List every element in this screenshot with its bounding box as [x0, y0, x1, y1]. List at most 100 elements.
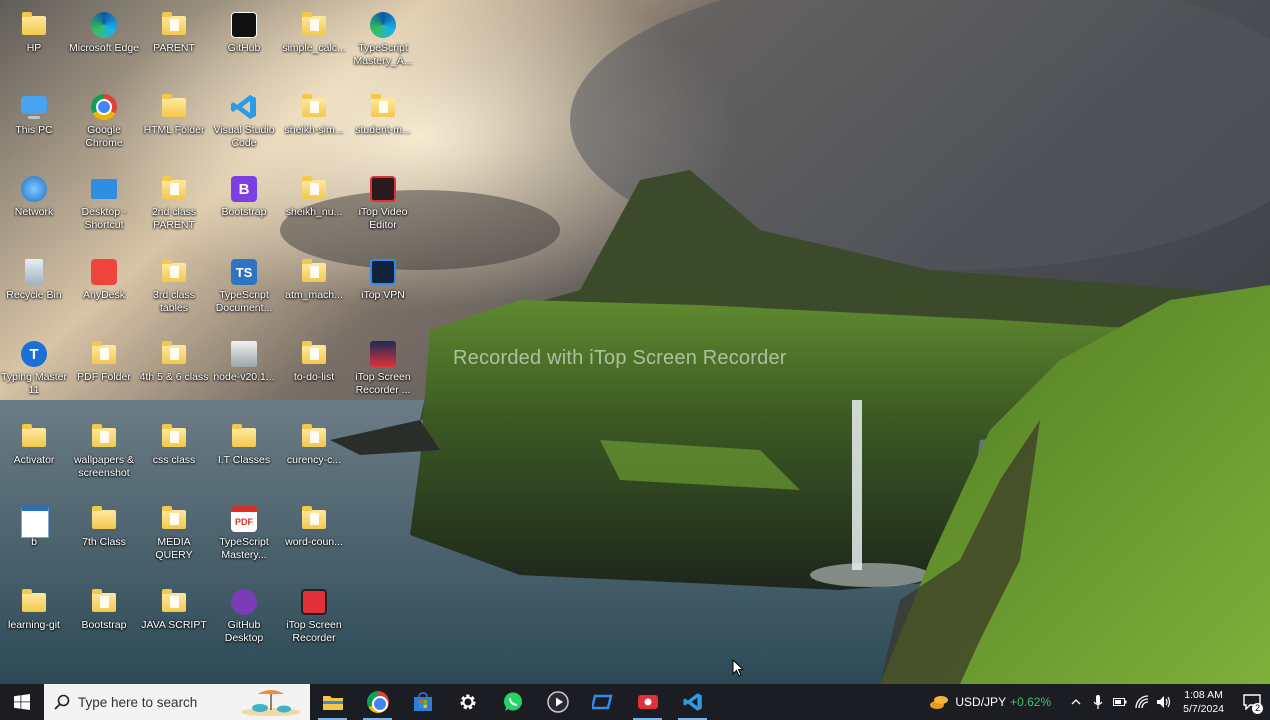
itop-vpn-icon	[368, 257, 398, 287]
desktop-icon-itop-screen-recorder-setup[interactable]: iTop Screen Recorder ...	[347, 335, 419, 397]
desktop-icon-label: Recycle Bin	[6, 289, 62, 301]
desktop-icon-learning-git[interactable]: learning-git	[0, 583, 70, 632]
taskbar-google-chrome[interactable]	[355, 684, 400, 720]
desktop-icon-google-chrome[interactable]: Google Chrome	[68, 88, 140, 150]
desktop-icon-vscode[interactable]: Visual Studio Code	[208, 88, 280, 150]
taskbar-whatsapp[interactable]	[490, 684, 535, 720]
desktop-icon-microsoft-edge[interactable]: Microsoft Edge	[68, 6, 140, 55]
desktop-icon-label: GitHub	[227, 42, 261, 54]
desktop-icon-label: 4th 5 & 6 class	[139, 371, 209, 383]
folder-icon	[229, 422, 259, 452]
desktop-icon-student-m[interactable]: student-m...	[347, 88, 419, 137]
desktop-icon-label: curency-c...	[286, 454, 342, 466]
desktop-icon-label: Desktop - Shortcut	[81, 206, 127, 231]
desktop-icon-html-folder[interactable]: HTML Folder	[138, 88, 210, 137]
desktop-icon-atm-mach[interactable]: atm_mach...	[278, 253, 350, 302]
volume-tray-button[interactable]	[1153, 684, 1175, 720]
wifi-tray-button[interactable]	[1131, 684, 1153, 720]
desktop-icon-wallpapers[interactable]: wallpapers & screenshot	[68, 418, 140, 480]
desktop-icon-hp[interactable]: HP	[0, 6, 70, 55]
desktop-icon-sheikh-nu[interactable]: sheikh_nu...	[278, 170, 350, 219]
chrome-icon	[366, 691, 389, 713]
github-desktop-icon	[229, 587, 259, 617]
pdf-icon: PDF	[229, 504, 259, 534]
taskbar-search-box[interactable]: Type here to search	[44, 684, 310, 720]
microphone-tray-button[interactable]	[1087, 684, 1109, 720]
file-explorer-icon	[322, 696, 343, 710]
desktop-icon-pdf-folder[interactable]: PDF Folder	[68, 335, 140, 384]
ticker-symbol: USD/JPY	[955, 695, 1007, 709]
windows-logo-icon	[14, 694, 30, 710]
desktop-icon-label: Network	[14, 206, 54, 218]
desktop-icon-7th-class[interactable]: 7th Class	[68, 500, 140, 549]
desktop-icon-word-coun[interactable]: word-coun...	[278, 500, 350, 549]
edge-icon	[368, 10, 398, 40]
desktop-icon-java-script[interactable]: JAVA SCRIPT	[138, 583, 210, 632]
desktop-icon-media-query[interactable]: MEDIA QUERY	[138, 500, 210, 562]
search-highlight-illustration-icon	[241, 690, 301, 716]
itop-video-editor-icon	[368, 174, 398, 204]
desktop-icon-typescript-docs[interactable]: TS TypeScript Document...	[208, 253, 280, 315]
folder-icon	[89, 504, 119, 534]
desktop-icon-parent[interactable]: PARENT	[138, 6, 210, 55]
stock-ticker-widget[interactable]: USD/JPY +0.62%	[929, 693, 1051, 711]
desktop-icon-label: Visual Studio Code	[213, 124, 275, 149]
network-icon	[19, 174, 49, 204]
desktop-icon-desktop-shortcut[interactable]: Desktop - Shortcut	[68, 170, 140, 232]
wifi-icon	[1135, 695, 1149, 709]
desktop-icon-grid: HP This PC Network Recycle Bin T Typing …	[0, 0, 430, 660]
desktop-icon-node-installer[interactable]: node-v20.1...	[208, 335, 280, 384]
chrome-shortcut-icon	[159, 587, 189, 617]
desktop-icon-itop-video-editor[interactable]: iTop Video Editor	[347, 170, 419, 232]
desktop-icon-label: 7th Class	[82, 536, 126, 548]
taskbar-itop-screen-recorder[interactable]	[625, 684, 670, 720]
desktop-icon-sheikh-sim[interactable]: sheikh-sim...	[278, 88, 350, 137]
desktop-icon-label: PDF Folder	[77, 371, 131, 383]
battery-tray-button[interactable]	[1109, 684, 1131, 720]
desktop-icon-it-classes[interactable]: I.T Classes	[208, 418, 280, 467]
desktop-icon-label: This PC	[15, 124, 53, 136]
chrome-shortcut-icon	[159, 257, 189, 287]
desktop-icon-typing-master[interactable]: T Typing Master 11	[0, 335, 70, 397]
desktop-icon-to-do-list[interactable]: to-do-list	[278, 335, 350, 384]
desktop-icon-css-class[interactable]: css class	[138, 418, 210, 467]
desktop-icon-typescript-pdf[interactable]: PDF TypeScript Mastery...	[208, 500, 280, 562]
folder-icon	[89, 422, 119, 452]
desktop-icon-anydesk[interactable]: AnyDesk	[68, 253, 140, 302]
desktop-icon-itop-vpn[interactable]: iTop VPN	[347, 253, 419, 302]
desktop-icon-itop-screen-recorder[interactable]: iTop Screen Recorder	[278, 583, 350, 645]
start-button[interactable]	[0, 684, 44, 720]
desktop-icon-3rd-class-tables[interactable]: 3rd class tables	[138, 253, 210, 315]
desktop-icon-simple-calc[interactable]: simple_calc...	[278, 6, 350, 55]
vscode-icon	[682, 693, 702, 711]
desktop-icon-2nd-class-parent[interactable]: 2nd class PARENT	[138, 170, 210, 232]
chrome-shortcut-icon	[89, 587, 119, 617]
taskbar-settings[interactable]	[445, 684, 490, 720]
taskbar-microsoft-store[interactable]	[400, 684, 445, 720]
desktop-icon-4th-class[interactable]: 4th 5 & 6 class	[138, 335, 210, 384]
desktop-icon-label: iTop VPN	[361, 289, 405, 301]
taskbar-clock[interactable]: 1:08 AM 5/7/2024	[1183, 688, 1224, 716]
desktop-icon-bootstrap-folder[interactable]: Bootstrap	[68, 583, 140, 632]
taskbar-media-player[interactable]	[535, 684, 580, 720]
desktop-icon-label: sheikh_nu...	[285, 206, 343, 218]
desktop-icon-label: to-do-list	[293, 371, 335, 383]
chevron-up-icon	[1071, 699, 1081, 705]
taskbar-file-explorer[interactable]	[310, 684, 355, 720]
action-center-button[interactable]: 2	[1234, 684, 1270, 720]
folder-icon	[299, 10, 329, 40]
desktop-icon-network[interactable]: Network	[0, 170, 70, 219]
show-hidden-icons-button[interactable]	[1065, 684, 1087, 720]
desktop-icon-typescript-mastery[interactable]: TypeScript Mastery_A...	[347, 6, 419, 68]
desktop-icon-curency-c[interactable]: curency-c...	[278, 418, 350, 467]
desktop-icon-bootstrap[interactable]: B Bootstrap	[208, 170, 280, 219]
taskbar-itop-vpn[interactable]	[580, 684, 625, 720]
desktop-icon-this-pc[interactable]: This PC	[0, 88, 70, 137]
taskbar-vscode[interactable]	[670, 684, 715, 720]
desktop-icon-b[interactable]: b	[0, 500, 70, 549]
battery-icon	[1113, 698, 1127, 706]
desktop-icon-github-desktop[interactable]: GitHub Desktop	[208, 583, 280, 645]
desktop-icon-recycle-bin[interactable]: Recycle Bin	[0, 253, 70, 302]
desktop-icon-activator[interactable]: Activator	[0, 418, 70, 467]
desktop-icon-github[interactable]: GitHub	[208, 6, 280, 55]
